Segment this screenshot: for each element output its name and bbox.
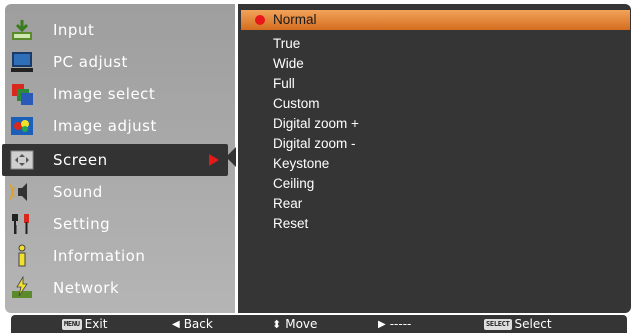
menu-connector-notch (226, 147, 236, 167)
submenu-item-digital-zoom-minus[interactable]: Digital zoom - (273, 134, 356, 154)
right-triangle-icon: ▶ (378, 319, 386, 330)
pc-adjust-icon (11, 52, 33, 72)
submenu-item-digital-zoom-plus[interactable]: Digital zoom + (273, 114, 359, 134)
select-label: Select (514, 317, 552, 331)
information-icon (18, 244, 26, 267)
selected-arrow-icon (209, 154, 219, 166)
up-down-icon: ⬍ (272, 318, 282, 331)
left-triangle-icon: ◀ (172, 319, 180, 330)
menu-item-input[interactable]: Input (0, 14, 230, 46)
menu-item-setting[interactable]: Setting (0, 208, 230, 240)
menu-item-information[interactable]: Information (0, 240, 230, 272)
submenu-item-true[interactable]: True (273, 34, 300, 54)
select-hint[interactable]: SELECT Select (484, 316, 552, 333)
next-hint: ▶ ----- (378, 316, 411, 333)
network-icon (12, 276, 32, 298)
exit-label: Exit (84, 317, 108, 331)
menu-item-label: Image adjust (53, 117, 157, 135)
menu-item-screen[interactable]: Screen (2, 144, 228, 176)
submenu-item-wide[interactable]: Wide (273, 54, 304, 74)
submenu-item-keystone[interactable]: Keystone (273, 154, 329, 174)
submenu-item-reset[interactable]: Reset (273, 214, 308, 234)
submenu-item-full[interactable]: Full (273, 74, 295, 94)
submenu-item-rear[interactable]: Rear (273, 194, 302, 214)
menu-item-label: Sound (53, 183, 103, 201)
menu-item-label: Setting (53, 215, 111, 233)
input-icon (12, 20, 32, 40)
submenu-item-custom[interactable]: Custom (273, 94, 320, 114)
menu-item-pc-adjust[interactable]: PC adjust (0, 46, 230, 78)
menu-item-image-select[interactable]: Image select (0, 78, 230, 110)
sound-icon (10, 183, 27, 201)
next-label: ----- (389, 317, 412, 331)
menu-item-label: Input (53, 21, 95, 39)
menu-key-badge: MENU (62, 319, 82, 330)
move-hint[interactable]: ⬍ Move (272, 316, 317, 333)
select-key-badge: SELECT (484, 319, 512, 330)
menu-item-label: Information (53, 247, 146, 265)
menu-item-label: Screen (53, 151, 108, 169)
menu-item-label: Image select (53, 85, 156, 103)
setting-icon (12, 214, 29, 234)
back-label: Back (183, 317, 213, 331)
menu-item-image-adjust[interactable]: Image adjust (0, 110, 230, 142)
menu-item-label: Network (53, 279, 120, 297)
menu-item-network[interactable]: Network (0, 272, 230, 304)
image-select-icon (12, 84, 33, 105)
menu-item-label: PC adjust (53, 53, 128, 71)
submenu-item-ceiling[interactable]: Ceiling (273, 174, 314, 194)
exit-hint[interactable]: MENU Exit (62, 316, 107, 333)
submenu-item-normal[interactable]: Normal (273, 10, 317, 30)
move-label: Move (285, 317, 318, 331)
osd-menu-window: Input PC adjust Image select Image adjus… (0, 0, 636, 333)
menu-item-sound[interactable]: Sound (0, 176, 230, 208)
back-hint[interactable]: ◀ Back (172, 316, 213, 333)
active-indicator-icon (255, 15, 265, 25)
screen-icon (10, 150, 34, 170)
image-adjust-icon (11, 117, 33, 135)
